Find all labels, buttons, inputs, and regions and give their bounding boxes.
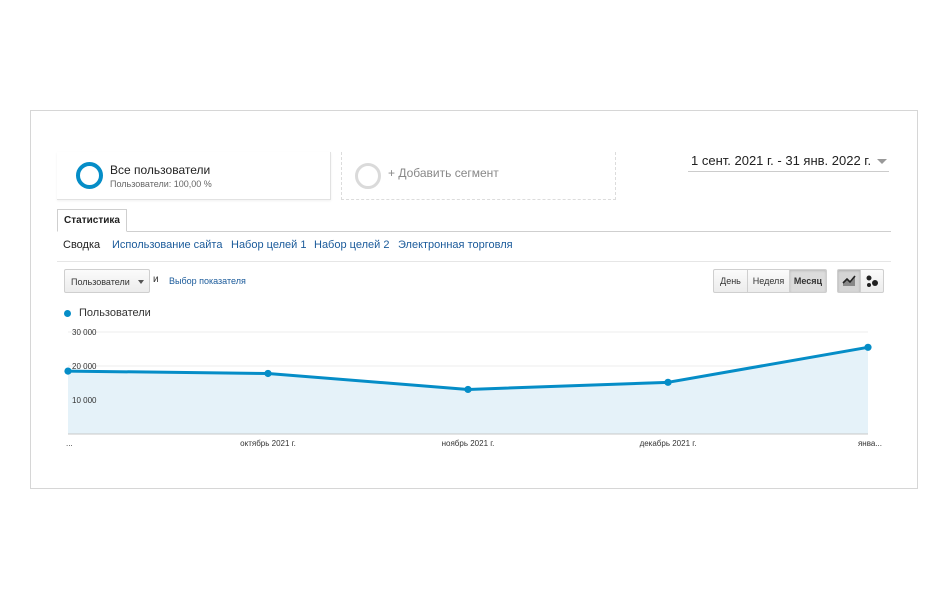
line-chart-icon [842, 275, 856, 286]
legend-label: Пользователи [79, 307, 151, 319]
chevron-down-icon [877, 159, 887, 164]
segment-all-users[interactable]: Все пользователи Пользователи: 100,00 % [57, 152, 331, 200]
period-week-button[interactable]: Неделя [747, 269, 790, 293]
period-day-button[interactable]: День [713, 269, 748, 293]
motion-chart-button[interactable] [860, 269, 884, 293]
period-month-button[interactable]: Месяц [789, 269, 827, 293]
metric-select[interactable]: Пользователи [64, 269, 150, 293]
subnav-ecommerce[interactable]: Электронная торговля [398, 239, 513, 251]
period-toggle: День Неделя Месяц [713, 269, 827, 293]
line-chart-button[interactable] [837, 269, 861, 293]
tab-bar-line [57, 231, 891, 232]
subnav-site-usage[interactable]: Использование сайта [112, 239, 222, 251]
segment-title: Все пользователи [110, 163, 211, 177]
chevron-down-icon [138, 280, 144, 284]
date-range-text: 1 сент. 2021 г. - 31 янв. 2022 г. [691, 153, 872, 168]
subnav-goal-set-2[interactable]: Набор целей 2 [314, 239, 389, 251]
chart-type-toggle [837, 269, 884, 293]
subnav-goal-set-1[interactable]: Набор целей 1 [231, 239, 306, 251]
segment-subtitle: Пользователи: 100,00 % [110, 179, 212, 189]
add-segment-label: + Добавить сегмент [388, 166, 499, 180]
legend-swatch [64, 310, 71, 317]
and-text: и [153, 274, 159, 285]
subnav-divider [57, 261, 891, 262]
choose-metric-link[interactable]: Выбор показателя [169, 276, 246, 286]
empty-segment-ring-icon [355, 163, 381, 189]
tab-statistics[interactable]: Статистика [57, 209, 127, 232]
date-range-picker[interactable]: 1 сент. 2021 г. - 31 янв. 2022 г. [688, 152, 889, 172]
add-segment-button[interactable]: + Добавить сегмент [341, 152, 616, 200]
subnav-summary[interactable]: Сводка [63, 239, 100, 251]
segment-ring-icon [76, 162, 103, 189]
motion-chart-icon [866, 275, 878, 287]
metric-select-value: Пользователи [71, 277, 130, 287]
